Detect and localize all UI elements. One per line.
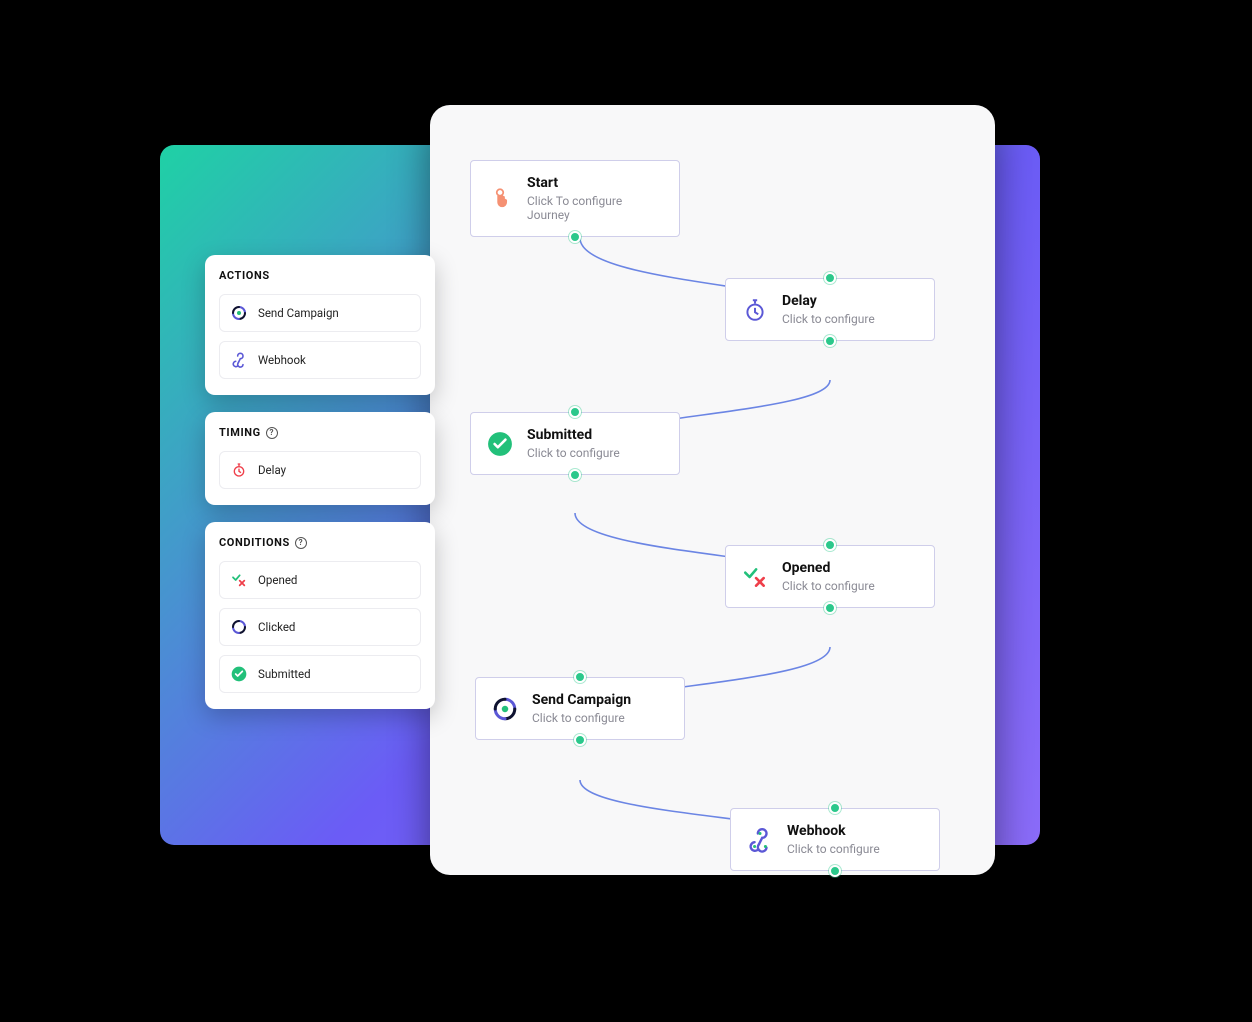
port-in[interactable] xyxy=(829,802,841,814)
palette-item-label: Submitted xyxy=(258,667,311,681)
node-subtitle: Click to configure xyxy=(782,579,875,593)
palette-item-send-campaign[interactable]: Send Campaign xyxy=(219,294,421,332)
palette-item-opened[interactable]: Opened xyxy=(219,561,421,599)
panel-title: CONDITIONS ? xyxy=(219,536,421,549)
palette-item-submitted[interactable]: Submitted xyxy=(219,655,421,693)
node-title: Delay xyxy=(782,293,875,309)
port-out[interactable] xyxy=(824,335,836,347)
port-out[interactable] xyxy=(829,865,841,877)
node-title: Send Campaign xyxy=(532,692,631,708)
palette-item-label: Clicked xyxy=(258,620,295,634)
node-delay[interactable]: Delay Click to configure xyxy=(725,278,935,341)
node-subtitle: Click to configure xyxy=(532,711,631,725)
target-icon xyxy=(492,696,518,722)
palette-item-clicked[interactable]: Clicked xyxy=(219,608,421,646)
node-title: Start xyxy=(527,175,663,191)
webhook-icon xyxy=(747,827,773,853)
check-cross-icon xyxy=(230,571,248,589)
port-out[interactable] xyxy=(824,602,836,614)
node-title: Submitted xyxy=(527,427,620,443)
node-title: Webhook xyxy=(787,823,880,839)
check-circle-icon xyxy=(230,665,248,683)
palette-item-webhook[interactable]: Webhook xyxy=(219,341,421,379)
node-subtitle: Click to configure xyxy=(787,842,880,856)
panel-actions: ACTIONS Send Campaign xyxy=(205,255,435,395)
panel-title-text: CONDITIONS xyxy=(219,536,290,549)
panel-conditions: CONDITIONS ? Opened Clicked xyxy=(205,522,435,709)
palette-item-label: Opened xyxy=(258,573,297,587)
check-cross-icon xyxy=(742,564,768,590)
port-in[interactable] xyxy=(824,539,836,551)
stopwatch-icon xyxy=(230,461,248,479)
check-circle-icon xyxy=(487,431,513,457)
node-subtitle: Click to configure xyxy=(527,446,620,460)
stopwatch-icon xyxy=(742,297,768,323)
palette-item-label: Webhook xyxy=(258,353,306,367)
journey-canvas[interactable]: Start Click To configure Journey Delay C… xyxy=(430,105,995,875)
panel-title-text: TIMING xyxy=(219,426,261,439)
node-webhook[interactable]: Webhook Click to configure xyxy=(730,808,940,871)
port-in[interactable] xyxy=(569,406,581,418)
port-out[interactable] xyxy=(574,734,586,746)
palette-item-label: Send Campaign xyxy=(258,306,339,320)
port-in[interactable] xyxy=(574,671,586,683)
palette-item-delay[interactable]: Delay xyxy=(219,451,421,489)
palette-sidebar: ACTIONS Send Campaign xyxy=(205,255,435,709)
node-start[interactable]: Start Click To configure Journey xyxy=(470,160,680,237)
node-title: Opened xyxy=(782,560,875,576)
webhook-icon xyxy=(230,351,248,369)
question-icon[interactable]: ? xyxy=(266,427,278,439)
panel-timing: TIMING ? Delay xyxy=(205,412,435,505)
panel-title: TIMING ? xyxy=(219,426,421,439)
tap-icon xyxy=(487,186,513,212)
node-send-campaign[interactable]: Send Campaign Click to configure xyxy=(475,677,685,740)
question-icon[interactable]: ? xyxy=(295,537,307,549)
node-submitted[interactable]: Submitted Click to configure xyxy=(470,412,680,475)
port-out[interactable] xyxy=(569,469,581,481)
node-opened[interactable]: Opened Click to configure xyxy=(725,545,935,608)
port-out[interactable] xyxy=(569,231,581,243)
panel-title: ACTIONS xyxy=(219,269,421,282)
palette-item-label: Delay xyxy=(258,463,286,477)
node-subtitle: Click To configure Journey xyxy=(527,194,663,222)
node-subtitle: Click to configure xyxy=(782,312,875,326)
target-icon xyxy=(230,618,248,636)
target-icon xyxy=(230,304,248,322)
port-in[interactable] xyxy=(824,272,836,284)
